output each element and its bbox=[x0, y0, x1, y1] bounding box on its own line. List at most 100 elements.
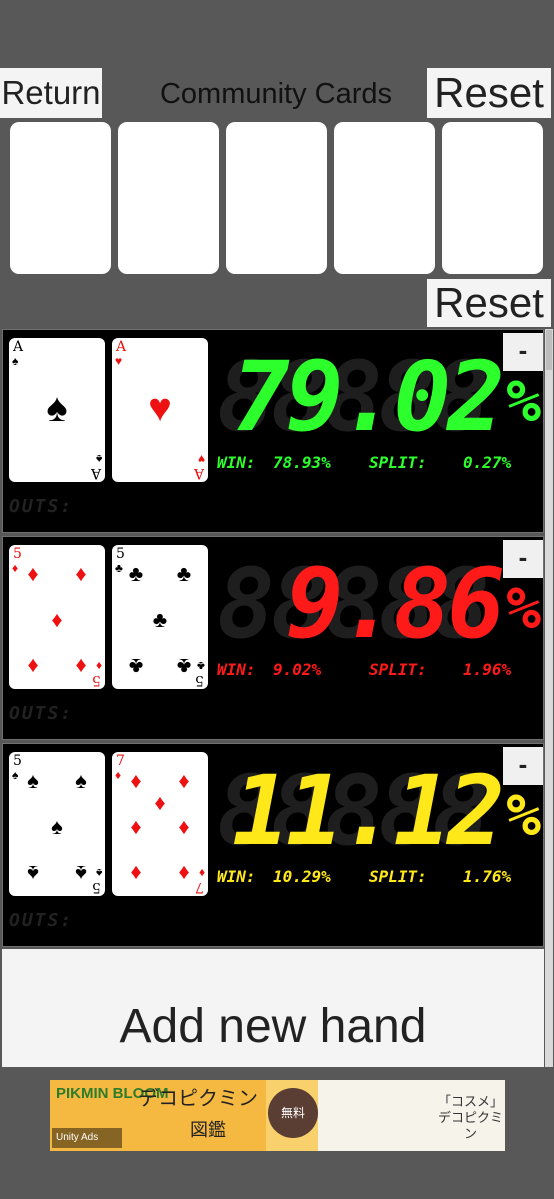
card-suit-small: ♥ bbox=[197, 452, 205, 466]
card-pip: ♦ bbox=[51, 607, 63, 632]
card-rank: 5 bbox=[13, 753, 22, 769]
hands-list: - A ♠ A ♠ ♠ A ♥ A ♥ ♥ 88888 79.02% WIN: 78.93% SPLIT: 0.… bbox=[0, 329, 554, 949]
return-button[interactable]: Return bbox=[0, 68, 102, 118]
card-pip: ♥ bbox=[148, 386, 172, 430]
split-label: SPLIT: bbox=[369, 660, 427, 679]
card-pip: ♦ bbox=[130, 814, 142, 839]
community-card-slot-5[interactable] bbox=[442, 122, 543, 274]
percent-sign: % bbox=[506, 367, 541, 435]
equity-display: 88888 9.86% bbox=[217, 551, 541, 657]
card-pip: ♣ bbox=[176, 561, 192, 586]
card-pip: ♣ bbox=[152, 607, 168, 632]
ad-banner[interactable]: PIKMIN BLOOM デコピクミン 図鑑 無料 「コスメ」 デコピクミン U… bbox=[50, 1080, 505, 1151]
split-value: 1.76% bbox=[463, 867, 512, 886]
split-value: 1.96% bbox=[463, 660, 512, 679]
card-rank: 7 bbox=[116, 753, 125, 769]
card-suit-small: ♠ bbox=[95, 866, 102, 880]
win-value: 10.29% bbox=[273, 867, 331, 886]
unity-ads-label: Unity Ads bbox=[52, 1128, 122, 1148]
card-suit-small: ♦ bbox=[115, 768, 122, 782]
scrollbar-thumb[interactable] bbox=[546, 330, 552, 370]
hole-card[interactable]: 5 ♦ 5 ♦ ♦ ♦ ♦ ♦ ♦ bbox=[9, 545, 105, 689]
card-pip: ♦ bbox=[75, 654, 87, 679]
community-cards-title: Community Cards bbox=[159, 78, 393, 110]
hole-card[interactable]: A ♥ A ♥ ♥ bbox=[112, 338, 208, 482]
equity-value: 79.02 bbox=[232, 341, 505, 453]
card-pip: ♦ bbox=[178, 814, 190, 839]
win-value: 9.02% bbox=[273, 660, 322, 679]
split-label: SPLIT: bbox=[369, 453, 427, 472]
stats-line: WIN: 10.29% SPLIT: 1.76% bbox=[217, 866, 541, 888]
card-suit-small: ♣ bbox=[115, 561, 123, 575]
card-pip: ♣ bbox=[128, 654, 144, 679]
reset-community-button[interactable]: Reset bbox=[427, 68, 551, 118]
card-pip: ♠ bbox=[51, 814, 63, 839]
card-pip: ♣ bbox=[128, 561, 144, 586]
ad-sub: 図鑑 bbox=[190, 1120, 226, 1140]
percent-sign: % bbox=[506, 574, 541, 642]
reset-hands-button[interactable]: Reset bbox=[427, 279, 551, 327]
win-label: WIN: bbox=[217, 867, 256, 886]
card-suit-small: ♠ bbox=[95, 452, 102, 466]
equity-value: 9.86 bbox=[285, 548, 505, 660]
card-pip: ♣ bbox=[176, 654, 192, 679]
card-suit-small: ♥ bbox=[115, 354, 123, 368]
outs-label: OUTS: bbox=[9, 703, 74, 724]
equity-value: 11.12 bbox=[232, 755, 505, 867]
community-card-slot-1[interactable] bbox=[10, 122, 111, 274]
ad-free-badge: 無料 bbox=[268, 1088, 318, 1138]
equity-display: 88888 11.12% bbox=[217, 758, 541, 864]
card-pip: ♦ bbox=[130, 768, 142, 793]
hand-row: -5 ♦ 5 ♦ ♦ ♦ ♦ ♦ ♦ 5 ♣ 5 ♣ ♣ ♣ ♣ ♣ ♣ 88888 9.86% WIN: 9.02% SP… bbox=[2, 536, 544, 740]
card-suit-small: ♦ bbox=[198, 866, 205, 880]
card-pip: ♠ bbox=[27, 768, 39, 793]
card-suit-small: ♣ bbox=[197, 659, 205, 673]
community-card-slot-3[interactable] bbox=[226, 122, 327, 274]
card-rank: A bbox=[193, 465, 204, 481]
win-label: WIN: bbox=[217, 660, 256, 679]
card-pip: ♦ bbox=[178, 768, 190, 793]
hole-card[interactable]: A ♠ A ♠ ♠ bbox=[9, 338, 105, 482]
scrollbar[interactable] bbox=[545, 329, 553, 1067]
stats-line: WIN: 78.93% SPLIT: 0.27% bbox=[217, 452, 541, 474]
card-pip: ♦ bbox=[27, 654, 39, 679]
win-value: 78.93% bbox=[273, 453, 331, 472]
card-rank: 7 bbox=[195, 879, 204, 895]
hand-row: -5 ♠ 5 ♠ ♠ ♠ ♠ ♠ ♠ 7 ♦ 7 ♦ ♦ ♦ ♦ ♦ ♦ ♦ ♦ 88888 11.12% WIN: 10.2… bbox=[2, 743, 544, 947]
card-pip: ♦ bbox=[75, 561, 87, 586]
outs-label: OUTS: bbox=[9, 910, 74, 931]
card-pip: ♦ bbox=[130, 861, 142, 886]
stats-line: WIN: 9.02% SPLIT: 1.96% bbox=[217, 659, 541, 681]
outs-label: OUTS: bbox=[9, 496, 74, 517]
ad-headline: デコピクミン bbox=[138, 1088, 258, 1110]
community-card-slot-4[interactable] bbox=[334, 122, 435, 274]
equity-display: 88888 79.02% bbox=[217, 344, 541, 450]
card-rank: 5 bbox=[116, 546, 125, 562]
card-suit-small: ♦ bbox=[12, 561, 19, 575]
hole-card[interactable]: 5 ♣ 5 ♣ ♣ ♣ ♣ ♣ ♣ bbox=[112, 545, 208, 689]
card-suit-small: ♠ bbox=[12, 768, 19, 782]
hole-card[interactable]: 7 ♦ 7 ♦ ♦ ♦ ♦ ♦ ♦ ♦ ♦ bbox=[112, 752, 208, 896]
card-pip: ♦ bbox=[178, 861, 190, 886]
card-pip: ♦ bbox=[154, 790, 166, 815]
card-rank: 5 bbox=[92, 879, 101, 895]
hole-card[interactable]: 5 ♠ 5 ♠ ♠ ♠ ♠ ♠ ♠ bbox=[9, 752, 105, 896]
add-new-hand-button[interactable]: Add new hand bbox=[2, 949, 544, 1067]
card-rank: 5 bbox=[195, 672, 204, 688]
card-rank: A bbox=[13, 339, 24, 355]
card-pip: ♠ bbox=[75, 768, 87, 793]
card-rank: A bbox=[90, 465, 101, 481]
win-label: WIN: bbox=[217, 453, 256, 472]
card-pip: ♠ bbox=[46, 386, 68, 430]
ad-right-text: 「コスメ」 デコピクミン bbox=[437, 1094, 503, 1141]
split-value: 0.27% bbox=[463, 453, 512, 472]
split-label: SPLIT: bbox=[369, 867, 427, 886]
percent-sign: % bbox=[506, 781, 541, 849]
community-card-slot-2[interactable] bbox=[118, 122, 219, 274]
card-rank: 5 bbox=[92, 672, 101, 688]
card-suit-small: ♦ bbox=[95, 659, 102, 673]
card-rank: A bbox=[116, 339, 127, 355]
card-rank: 5 bbox=[13, 546, 22, 562]
hand-row: - A ♠ A ♠ ♠ A ♥ A ♥ ♥ 88888 79.02% WIN: 78.93% SPLIT: 0.… bbox=[2, 329, 544, 533]
card-pip: ♦ bbox=[27, 561, 39, 586]
